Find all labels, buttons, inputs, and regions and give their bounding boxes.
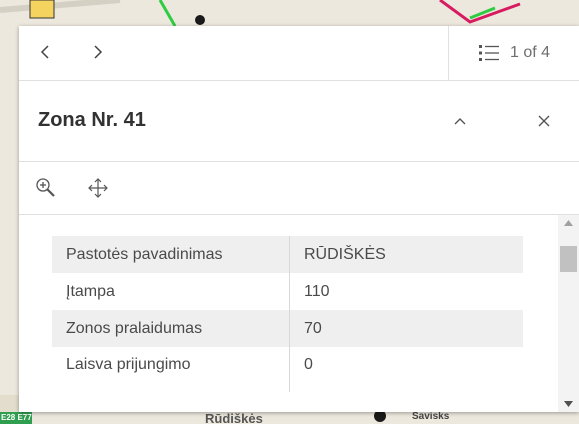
close-button[interactable] <box>530 107 558 135</box>
scroll-thumb[interactable] <box>560 246 577 272</box>
map-label-road: E28 E77 <box>1 413 32 422</box>
attribute-table: Pastotės pavadinimas RŪDIŠKĖS Įtampa 110… <box>52 236 523 392</box>
scroll-up-arrow-icon[interactable] <box>563 219 574 227</box>
close-icon <box>538 115 550 127</box>
popup-title: Zona Nr. 41 <box>38 109 146 131</box>
chevron-left-icon <box>40 45 49 59</box>
map-label-village: Savisks <box>412 411 450 422</box>
attribute-key: Zonos pralaidumas <box>52 310 290 347</box>
list-icon <box>478 45 499 61</box>
table-row: Laisva prijungimo 0 <box>52 347 523 392</box>
move-icon <box>88 178 108 198</box>
previous-feature-button[interactable] <box>28 35 62 69</box>
popup-header: Zona Nr. 41 <box>19 81 579 162</box>
attribute-key: Įtampa <box>52 273 290 310</box>
table-row: Zonos pralaidumas 70 <box>52 310 523 347</box>
content-scrollbar[interactable] <box>558 215 579 412</box>
collapse-button[interactable] <box>446 107 474 135</box>
popup-content: Pastotės pavadinimas RŪDIŠKĖS Įtampa 110… <box>19 215 579 412</box>
zoom-in-icon <box>36 178 55 197</box>
pager-count: 1 of 4 <box>509 44 551 61</box>
next-feature-button[interactable] <box>81 35 115 69</box>
popup-actions <box>19 162 579 215</box>
zoom-to-button[interactable] <box>32 174 60 202</box>
pan-to-button[interactable] <box>84 174 112 202</box>
feature-list-button[interactable]: 1 of 4 <box>448 26 579 80</box>
chevron-right-icon <box>94 45 103 59</box>
chevron-up-icon <box>454 118 466 125</box>
popup-nav-bar: 1 of 4 <box>19 26 579 81</box>
attribute-key: Laisva prijungimo <box>52 347 290 392</box>
attribute-key: Pastotės pavadinimas <box>52 236 290 273</box>
attribute-value: 110 <box>304 282 330 300</box>
attribute-value: 70 <box>289 310 523 347</box>
table-row: Pastotės pavadinimas RŪDIŠKĖS <box>52 236 523 273</box>
scroll-down-arrow-icon[interactable] <box>563 400 574 408</box>
attribute-value: RŪDIŠKĖS <box>289 236 523 273</box>
attribute-value: 0 <box>304 356 313 373</box>
table-row: Įtampa 110 <box>52 273 523 310</box>
feature-popup: 1 of 4 Zona Nr. 41 Pastotės pavadinimas … <box>19 26 579 412</box>
